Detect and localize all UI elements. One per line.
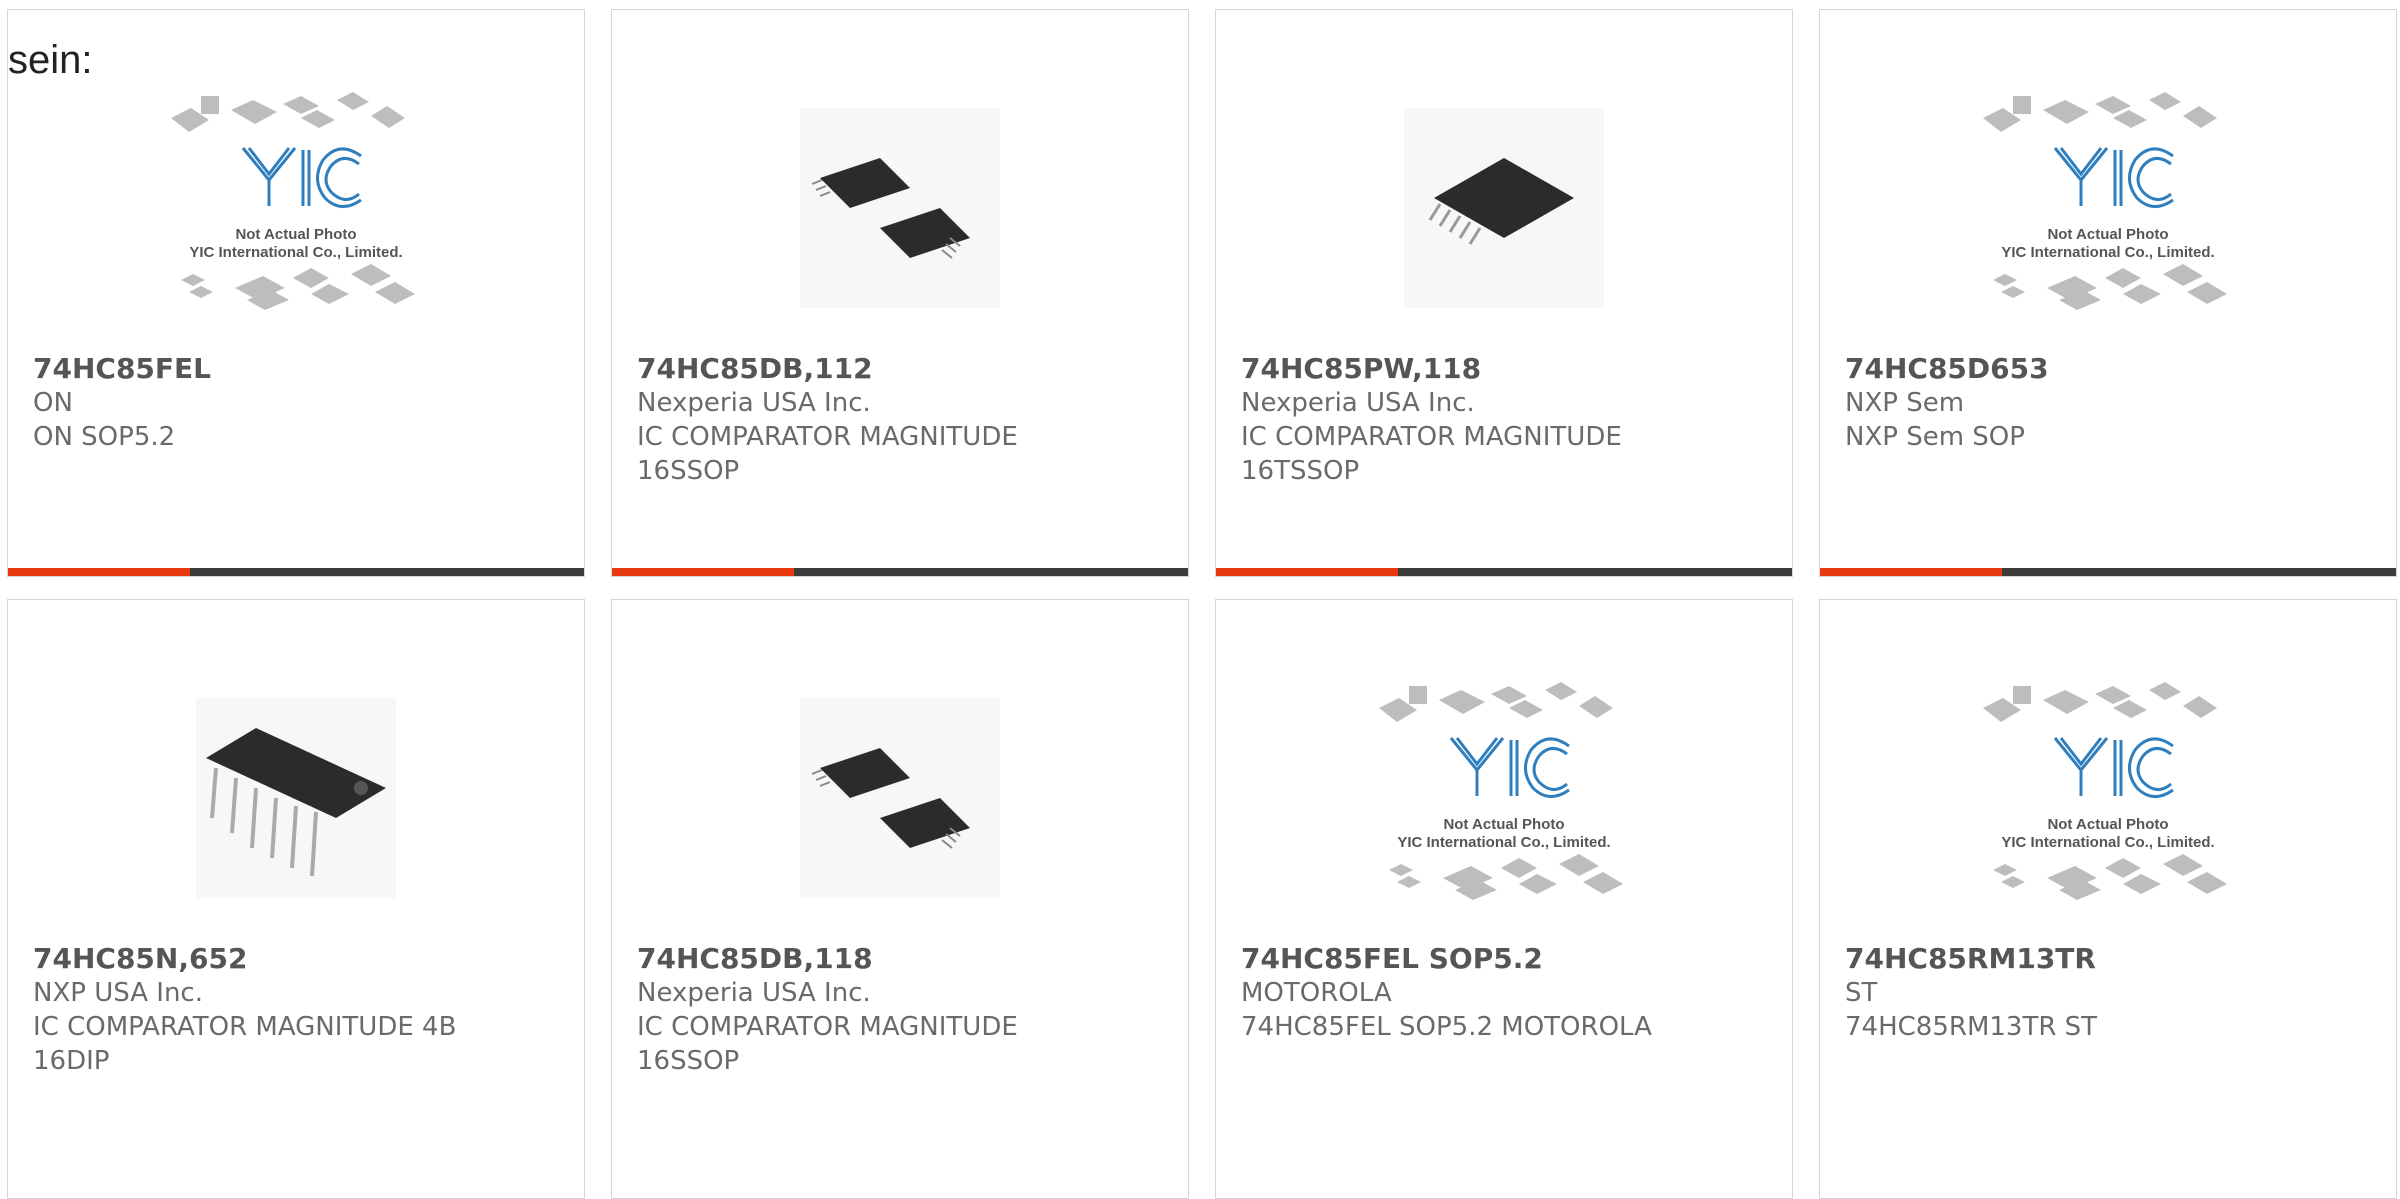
yic-placeholder-logo: Not Actual Photo YIC International Co., …	[1973, 678, 2243, 918]
product-grid: Not Actual Photo YIC International Co., …	[7, 9, 2399, 1199]
product-image[interactable]	[8, 658, 584, 938]
intro-text: sein:	[8, 38, 93, 82]
card-bar-accent	[612, 568, 794, 576]
placeholder-caption-1: Not Actual Photo	[1443, 816, 1565, 833]
manufacturer: ST	[1845, 978, 1878, 1008]
manufacturer: ON	[33, 388, 73, 418]
manufacturer: Nexperia USA Inc.	[637, 978, 871, 1008]
description-line-1: ON SOP5.2	[33, 422, 176, 452]
description-line-2: 16SSOP	[637, 1046, 740, 1076]
product-card[interactable]: Not Actual Photo YIC International Co., …	[7, 9, 585, 577]
manufacturer: MOTOROLA	[1241, 978, 1392, 1008]
manufacturer: NXP Sem	[1845, 388, 1965, 418]
product-image[interactable]	[612, 658, 1188, 938]
card-bar-accent	[8, 568, 190, 576]
placeholder-caption-1: Not Actual Photo	[2047, 226, 2169, 243]
product-card[interactable]: Not Actual Photo YIC International Co., …	[1819, 599, 2397, 1199]
card-bar-accent	[1216, 568, 1398, 576]
product-card[interactable]: 74HC85N,652 NXP USA Inc. IC COMPARATOR M…	[7, 599, 585, 1199]
product-image[interactable]: Not Actual Photo YIC International Co., …	[1820, 68, 2396, 348]
description-line-1: IC COMPARATOR MAGNITUDE	[637, 422, 1018, 452]
product-image[interactable]	[612, 68, 1188, 348]
placeholder-caption-2: YIC International Co., Limited.	[2001, 834, 2215, 851]
manufacturer: Nexperia USA Inc.	[637, 388, 871, 418]
description-line-1: 74HC85RM13TR ST	[1845, 1012, 2098, 1042]
part-number-link[interactable]: 74HC85DB,118	[637, 942, 1168, 976]
card-progress-bar	[1820, 568, 2396, 576]
yic-placeholder-logo: Not Actual Photo YIC International Co., …	[1369, 678, 1639, 918]
description-line-1: NXP Sem SOP	[1845, 422, 2025, 452]
description-line-1: IC COMPARATOR MAGNITUDE	[1241, 422, 1622, 452]
product-image[interactable]	[1216, 68, 1792, 348]
product-card[interactable]: 74HC85DB,112 Nexperia USA Inc. IC COMPAR…	[611, 9, 1189, 577]
product-card[interactable]: 74HC85PW,118 Nexperia USA Inc. IC COMPAR…	[1215, 9, 1793, 577]
card-progress-bar	[612, 568, 1188, 576]
product-card[interactable]: 74HC85DB,118 Nexperia USA Inc. IC COMPAR…	[611, 599, 1189, 1199]
product-card[interactable]: Not Actual Photo YIC International Co., …	[1215, 599, 1793, 1199]
description-line-2: 16DIP	[33, 1046, 110, 1076]
description-line-1: IC COMPARATOR MAGNITUDE	[637, 1012, 1018, 1042]
description-line-2: 16SSOP	[637, 456, 740, 486]
card-progress-bar	[1216, 568, 1792, 576]
part-number-link[interactable]: 74HC85N,652	[33, 942, 564, 976]
placeholder-caption-2: YIC International Co., Limited.	[2001, 244, 2215, 261]
description-line-1: IC COMPARATOR MAGNITUDE 4B	[33, 1012, 457, 1042]
part-number-link[interactable]: 74HC85D653	[1845, 352, 2376, 386]
product-image[interactable]: Not Actual Photo YIC International Co., …	[8, 68, 584, 348]
placeholder-caption-2: YIC International Co., Limited.	[189, 244, 403, 261]
description-line-2: 16TSSOP	[1241, 456, 1360, 486]
product-image[interactable]: Not Actual Photo YIC International Co., …	[1216, 658, 1792, 938]
part-number-link[interactable]: 74HC85FEL SOP5.2	[1241, 942, 1772, 976]
product-image[interactable]: Not Actual Photo YIC International Co., …	[1820, 658, 2396, 938]
part-number-link[interactable]: 74HC85FEL	[33, 352, 564, 386]
placeholder-caption-1: Not Actual Photo	[235, 226, 357, 243]
yic-placeholder-logo: Not Actual Photo YIC International Co., …	[1973, 88, 2243, 328]
card-progress-bar	[8, 568, 584, 576]
part-number-link[interactable]: 74HC85DB,112	[637, 352, 1168, 386]
product-card[interactable]: Not Actual Photo YIC International Co., …	[1819, 9, 2397, 577]
placeholder-caption-1: Not Actual Photo	[2047, 816, 2169, 833]
placeholder-caption-2: YIC International Co., Limited.	[1397, 834, 1611, 851]
description-line-1: 74HC85FEL SOP5.2 MOTOROLA	[1241, 1012, 1652, 1042]
part-number-link[interactable]: 74HC85RM13TR	[1845, 942, 2376, 976]
manufacturer: Nexperia USA Inc.	[1241, 388, 1475, 418]
part-number-link[interactable]: 74HC85PW,118	[1241, 352, 1772, 386]
manufacturer: NXP USA Inc.	[33, 978, 203, 1008]
yic-placeholder-logo: Not Actual Photo YIC International Co., …	[161, 88, 431, 328]
card-bar-accent	[1820, 568, 2002, 576]
